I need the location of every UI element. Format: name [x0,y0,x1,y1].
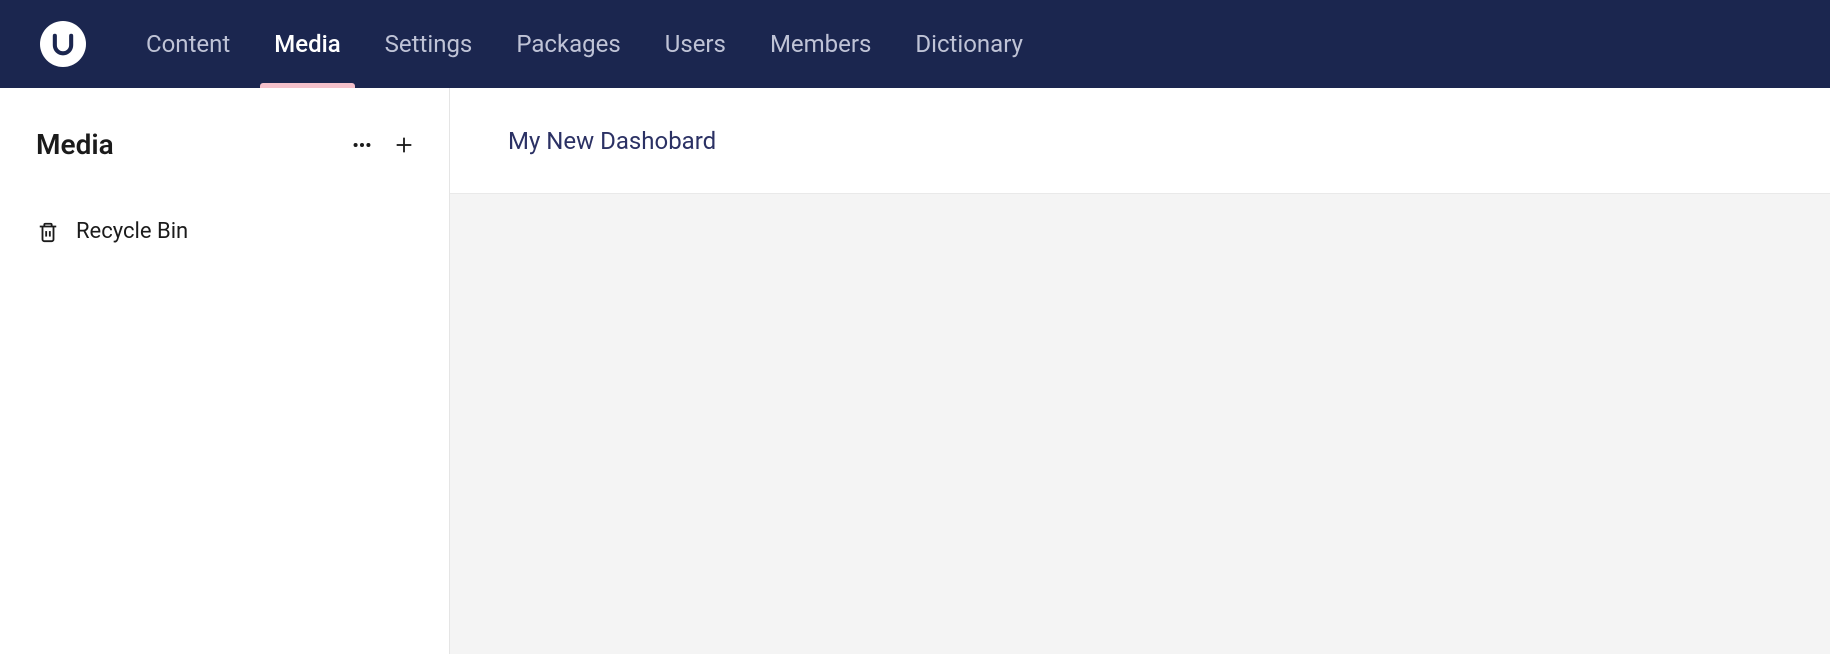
trash-icon [36,220,60,244]
topbar: Content Media Settings Packages Users Me… [0,0,1830,88]
nav-label: Packages [516,30,620,58]
tree-item-recycle-bin[interactable]: Recycle Bin [36,211,413,252]
tab-label: My New Dashobard [508,127,716,155]
tree-item-label: Recycle Bin [76,219,188,244]
plus-icon [393,134,415,156]
nav-label: Users [665,30,726,58]
tab-my-new-dashboard[interactable]: My New Dashobard [508,127,716,155]
nav-users[interactable]: Users [643,0,748,88]
nav-media[interactable]: Media [252,0,362,88]
sidebar-header: Media [0,128,449,161]
umbraco-logo-icon [49,30,77,58]
main-nav: Content Media Settings Packages Users Me… [124,0,1045,88]
main: My New Dashobard [450,88,1830,654]
sidebar-title: Media [36,128,114,161]
main-body [450,194,1830,654]
nav-label: Content [146,30,230,58]
nav-members[interactable]: Members [748,0,893,88]
more-options-button[interactable] [347,130,377,160]
main-header: My New Dashobard [450,88,1830,194]
nav-packages[interactable]: Packages [494,0,642,88]
layout: Media [0,88,1830,654]
sidebar-tree: Recycle Bin [0,211,449,252]
nav-label: Settings [385,30,473,58]
nav-settings[interactable]: Settings [363,0,495,88]
nav-label: Media [274,30,340,58]
ellipsis-icon [351,134,373,156]
add-button[interactable] [389,130,419,160]
sidebar-actions [347,130,419,160]
nav-dictionary[interactable]: Dictionary [893,0,1045,88]
sidebar: Media [0,88,450,654]
nav-content[interactable]: Content [124,0,252,88]
app-logo[interactable] [40,21,86,67]
nav-label: Dictionary [915,30,1023,58]
nav-label: Members [770,30,871,58]
